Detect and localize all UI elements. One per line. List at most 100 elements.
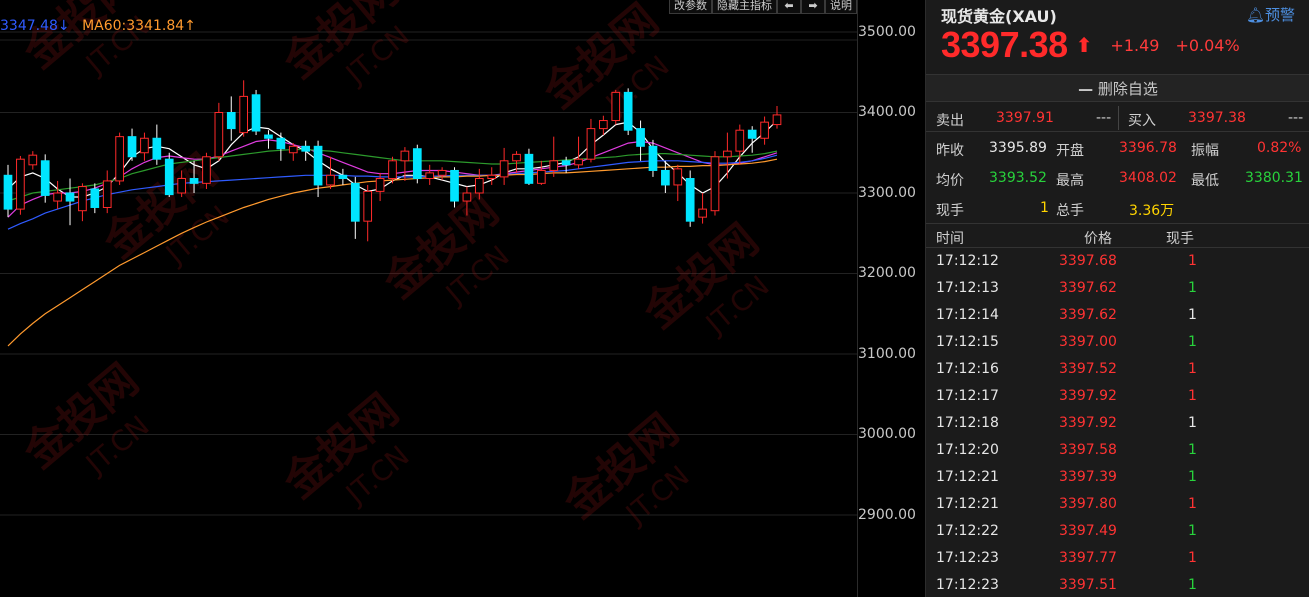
watermark-logo: 金投网JT.CN (634, 215, 776, 342)
tick-volume: 1 (1188, 307, 1197, 323)
candle-body-down (350, 182, 360, 222)
watermark-logo: 金投网JT.CN (14, 355, 156, 482)
axis-tick: 2900.00 (858, 507, 916, 523)
tick-price: 3397.80 (1059, 496, 1117, 512)
axis-tick: 3300.00 (858, 185, 916, 201)
tick-price: 3397.77 (1059, 550, 1117, 566)
watermark-logo: 金投网JT.CN (534, 0, 676, 122)
prev-close-value: 3395.89 (989, 140, 1047, 156)
candle-body-down (450, 169, 459, 202)
candle-body-down (412, 148, 422, 180)
price-axis: 3500.00 3400.00 3300.00 3200.00 3100.00 … (857, 0, 925, 597)
candle-body-down (661, 169, 670, 186)
high-value: 3408.02 (1119, 170, 1177, 186)
tick-time: 17:12:17 (936, 388, 999, 404)
candle-body-up (288, 145, 298, 154)
hide-indicator-button[interactable]: 隐藏主指标 (712, 0, 777, 14)
candle-body-up (326, 174, 335, 186)
help-button[interactable]: 说明 (825, 0, 857, 14)
candle-body-up (102, 180, 112, 208)
candle-body-up (574, 158, 583, 166)
candle-body-down (264, 134, 273, 139)
delete-watchlist-button[interactable]: — 删除自选 (926, 74, 1309, 102)
tick-time: 17:12:22 (936, 523, 999, 539)
avg-value: 3393.52 (989, 170, 1047, 186)
candle-body-down (301, 145, 311, 152)
alert-label: 预警 (1264, 6, 1295, 24)
up-arrow-icon: ⬆ (1075, 33, 1093, 57)
tick-row: 17:12:21 3397.80 1 (926, 492, 1309, 519)
kline-chart[interactable]: 金投网 JT.CN 金投网 JT.CN 金投网 JT.CN 金投网 JT.CN 金投网 JT.CN… (0, 0, 857, 597)
candle-body-up (673, 168, 683, 186)
price-change: +1.49 (1110, 35, 1160, 55)
candle-body-up (202, 156, 211, 184)
avg-label: 均价 (936, 173, 964, 189)
candle-body-up (214, 112, 224, 158)
candle-body-down (747, 129, 757, 139)
tick-price: 3397.62 (1059, 307, 1117, 323)
quote-panel: 现货黄金(XAU) 🔔︎预警 3397.38 ⬆ +1.49 +0.04% — … (925, 0, 1309, 597)
candle-body-down (189, 178, 199, 184)
candle-body-down (152, 137, 162, 160)
candle-body-up (586, 128, 596, 160)
candle-body-down (226, 112, 236, 130)
candle-body-down (561, 160, 571, 166)
tick-time: 17:12:18 (936, 415, 999, 431)
candle-body-down (164, 158, 174, 196)
candle-body-up (16, 158, 25, 210)
chart-toolbar: 改参数 隐藏主指标 ⬅ ➡ 说明 (669, 0, 857, 14)
sell-volume: --- (1096, 110, 1112, 126)
price-change-pct: +0.04% (1175, 35, 1240, 55)
candle-body-up (140, 137, 149, 154)
candle-body-down (636, 128, 645, 147)
time-header: 时间 (936, 231, 964, 247)
candle-body-up (512, 153, 521, 162)
candle-body-up (28, 154, 38, 166)
candle-body-up (388, 160, 397, 180)
tick-row: 17:12:23 3397.77 1 (926, 546, 1309, 573)
left-arrow-icon[interactable]: ⬅ (777, 0, 801, 14)
candle-body-up (499, 160, 509, 178)
candle-body-up (487, 174, 497, 180)
params-button[interactable]: 改参数 (669, 0, 712, 14)
alert-button[interactable]: 🔔︎预警 (1246, 4, 1295, 25)
watermark-logo: 金投网JT.CN (374, 185, 516, 312)
buy-label: 买入 (1128, 113, 1156, 129)
tick-price: 3397.92 (1059, 415, 1117, 431)
tick-price: 3397.52 (1059, 361, 1117, 377)
right-arrow-icon[interactable]: ➡ (801, 0, 825, 14)
tick-price: 3397.49 (1059, 523, 1117, 539)
low-value: 3380.31 (1245, 170, 1303, 186)
tick-volume: 1 (1188, 550, 1197, 566)
candle-body-up (710, 156, 720, 212)
cur-vol-label: 现手 (936, 203, 964, 219)
tick-row: 17:12:12 3397.68 1 (926, 249, 1309, 276)
tick-time: 17:12:13 (936, 280, 999, 296)
axis-tick: 3400.00 (858, 104, 916, 120)
tick-time: 17:12:23 (936, 550, 999, 566)
tick-time: 17:12:21 (936, 469, 999, 485)
price-row: 3397.38 ⬆ +1.49 +0.04% (941, 24, 1240, 65)
kline-canvas[interactable]: 金投网JT.CN 金投网JT.CN 金投网JT.CN金投网JT.CN 金投网JT.CN… (0, 0, 857, 597)
candle-body-down (338, 174, 348, 180)
tick-price: 3397.51 (1059, 577, 1117, 593)
candle-body-up (474, 178, 484, 194)
candle-body-down (127, 136, 137, 158)
amplitude-label: 振幅 (1191, 143, 1219, 159)
tick-row: 17:12:13 3397.62 1 (926, 276, 1309, 303)
tick-volume: 1 (1188, 442, 1197, 458)
candle-body-down (313, 145, 323, 186)
candle-body-up (599, 120, 608, 130)
candle-body-up (536, 169, 546, 184)
tick-price: 3397.39 (1059, 469, 1117, 485)
candle-body-down (251, 94, 261, 132)
candle-body-up (462, 192, 472, 202)
candle-body-down (3, 174, 13, 210)
candle-body-up (363, 190, 373, 222)
candle-body-down (90, 188, 100, 208)
low-label: 最低 (1191, 173, 1219, 189)
tick-row: 17:12:18 3397.92 1 (926, 411, 1309, 438)
candle-body-up (760, 121, 769, 139)
candle-body-up (611, 91, 621, 122)
candle-body-down (276, 137, 286, 150)
